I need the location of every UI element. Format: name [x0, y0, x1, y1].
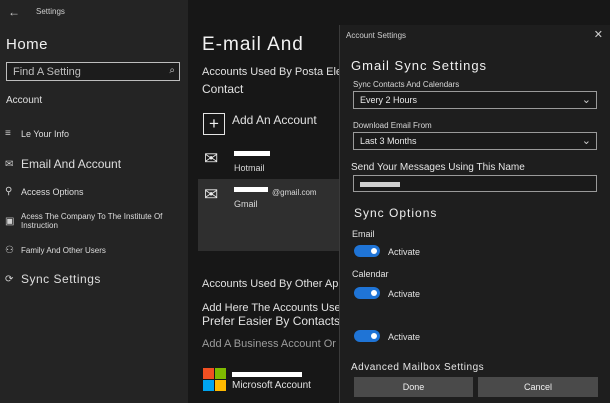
dialog-title: Account Settings — [346, 31, 407, 40]
mail-icon: ✉ — [204, 149, 219, 168]
sidebar-item-label: Sync Settings — [21, 272, 101, 286]
sidebar-item-label: Access Options — [21, 186, 84, 197]
sidebar-item-your-info[interactable]: ≡ Le Your Info — [5, 128, 69, 139]
key-icon: ⚲ — [5, 186, 13, 197]
send-name-label: Send Your Messages Using This Name — [351, 162, 525, 173]
add-account-icon[interactable]: + — [203, 113, 225, 135]
redacted-name — [234, 187, 268, 192]
mail-icon: ✉ — [204, 185, 219, 204]
toggle-state: Activate — [388, 289, 421, 299]
download-email-label: Download Email From — [353, 121, 432, 130]
account-label: Hotmail — [234, 163, 265, 173]
search-input[interactable]: Find A Setting ⌕ — [6, 62, 180, 81]
select-value: Last 3 Months — [360, 136, 417, 146]
microsoft-account-label: Microsoft Account — [232, 380, 311, 391]
briefcase-icon: ▣ — [5, 215, 15, 227]
toggle-state: Activate — [388, 247, 421, 257]
download-email-select[interactable]: Last 3 Months ⌄ — [353, 132, 597, 150]
chevron-down-icon: ⌄ — [581, 135, 591, 147]
sidebar: ← Settings Home Find A Setting ⌕ Account… — [0, 0, 188, 403]
person-card-icon: ≡ — [5, 128, 11, 139]
add-account-link[interactable]: Add An Account — [232, 113, 317, 127]
send-name-input[interactable] — [353, 175, 597, 192]
sidebar-item-access-options[interactable]: ⚲ Access Options — [5, 186, 84, 197]
sync-options-heading: Sync Options — [354, 206, 438, 220]
select-value: Every 2 Hours — [360, 95, 418, 105]
page-title: E-mail And — [202, 34, 304, 55]
home-link[interactable]: Home — [6, 36, 48, 53]
sidebar-item-email-accounts[interactable]: ✉ Email And Account — [5, 157, 121, 171]
sidebar-item-label: Family And Other Users — [21, 246, 106, 255]
email-sync-toggle[interactable] — [354, 245, 380, 257]
other-apps-text-2: Prefer Easier By Contacts — [202, 314, 341, 328]
sidebar-item-sync-settings[interactable]: ⟳ Sync Settings — [5, 272, 101, 286]
microsoft-logo-icon — [203, 368, 227, 392]
app-title: Settings — [36, 7, 65, 16]
sidebar-item-label: Le Your Info — [21, 128, 70, 139]
calendar-sync-toggle[interactable] — [354, 287, 380, 299]
people-icon: ⚇ — [5, 245, 14, 256]
search-icon[interactable]: ⌕ — [169, 65, 175, 76]
sync-frequency-label: Sync Contacts And Calendars — [353, 80, 460, 89]
chevron-down-icon: ⌄ — [581, 94, 591, 106]
redacted-name — [360, 182, 400, 187]
other-apps-heading: Accounts Used By Other App — [202, 278, 345, 290]
sync-frequency-select[interactable]: Every 2 Hours ⌄ — [353, 91, 597, 109]
accounts-heading: Accounts Used By Posta Ele — [202, 66, 343, 78]
account-label: Gmail — [234, 199, 258, 209]
sidebar-item-label: Acess The Company To The Institute Of In… — [21, 212, 163, 230]
sidebar-item-family[interactable]: ⚇ Family And Other Users — [5, 245, 106, 256]
toggle-state: Activate — [388, 332, 421, 342]
business-account-link[interactable]: Add A Business Account Or — [202, 338, 336, 350]
account-settings-dialog: Account Settings ✕ Gmail Sync Settings S… — [339, 25, 610, 403]
calendar-sync-label: Calendar — [352, 269, 389, 279]
redacted-name — [234, 151, 270, 156]
sync-icon: ⟳ — [5, 273, 14, 285]
redacted-name — [232, 372, 302, 377]
advanced-mailbox-link[interactable]: Advanced Mailbox Settings — [351, 362, 484, 373]
account-item-gmail[interactable]: ✉ @gmail.com Gmail — [198, 179, 343, 251]
sidebar-item-label: Email And Account — [21, 157, 122, 171]
email-sync-label: Email — [352, 229, 375, 239]
accounts-heading-2: Contact — [202, 82, 244, 96]
account-domain: @gmail.com — [272, 188, 317, 197]
cancel-button[interactable]: Cancel — [478, 377, 598, 397]
done-button[interactable]: Done — [354, 377, 473, 397]
back-arrow-icon[interactable]: ← — [8, 5, 20, 19]
sidebar-item-work-access[interactable]: ▣ Acess The Company To The Institute Of … — [5, 212, 180, 230]
section-title: Account — [6, 95, 43, 106]
search-placeholder: Find A Setting — [13, 66, 81, 78]
dialog-heading: Gmail Sync Settings — [351, 58, 488, 73]
close-icon[interactable]: ✕ — [594, 28, 603, 41]
mail-icon: ✉ — [5, 158, 14, 170]
contacts-sync-toggle[interactable] — [354, 330, 380, 342]
